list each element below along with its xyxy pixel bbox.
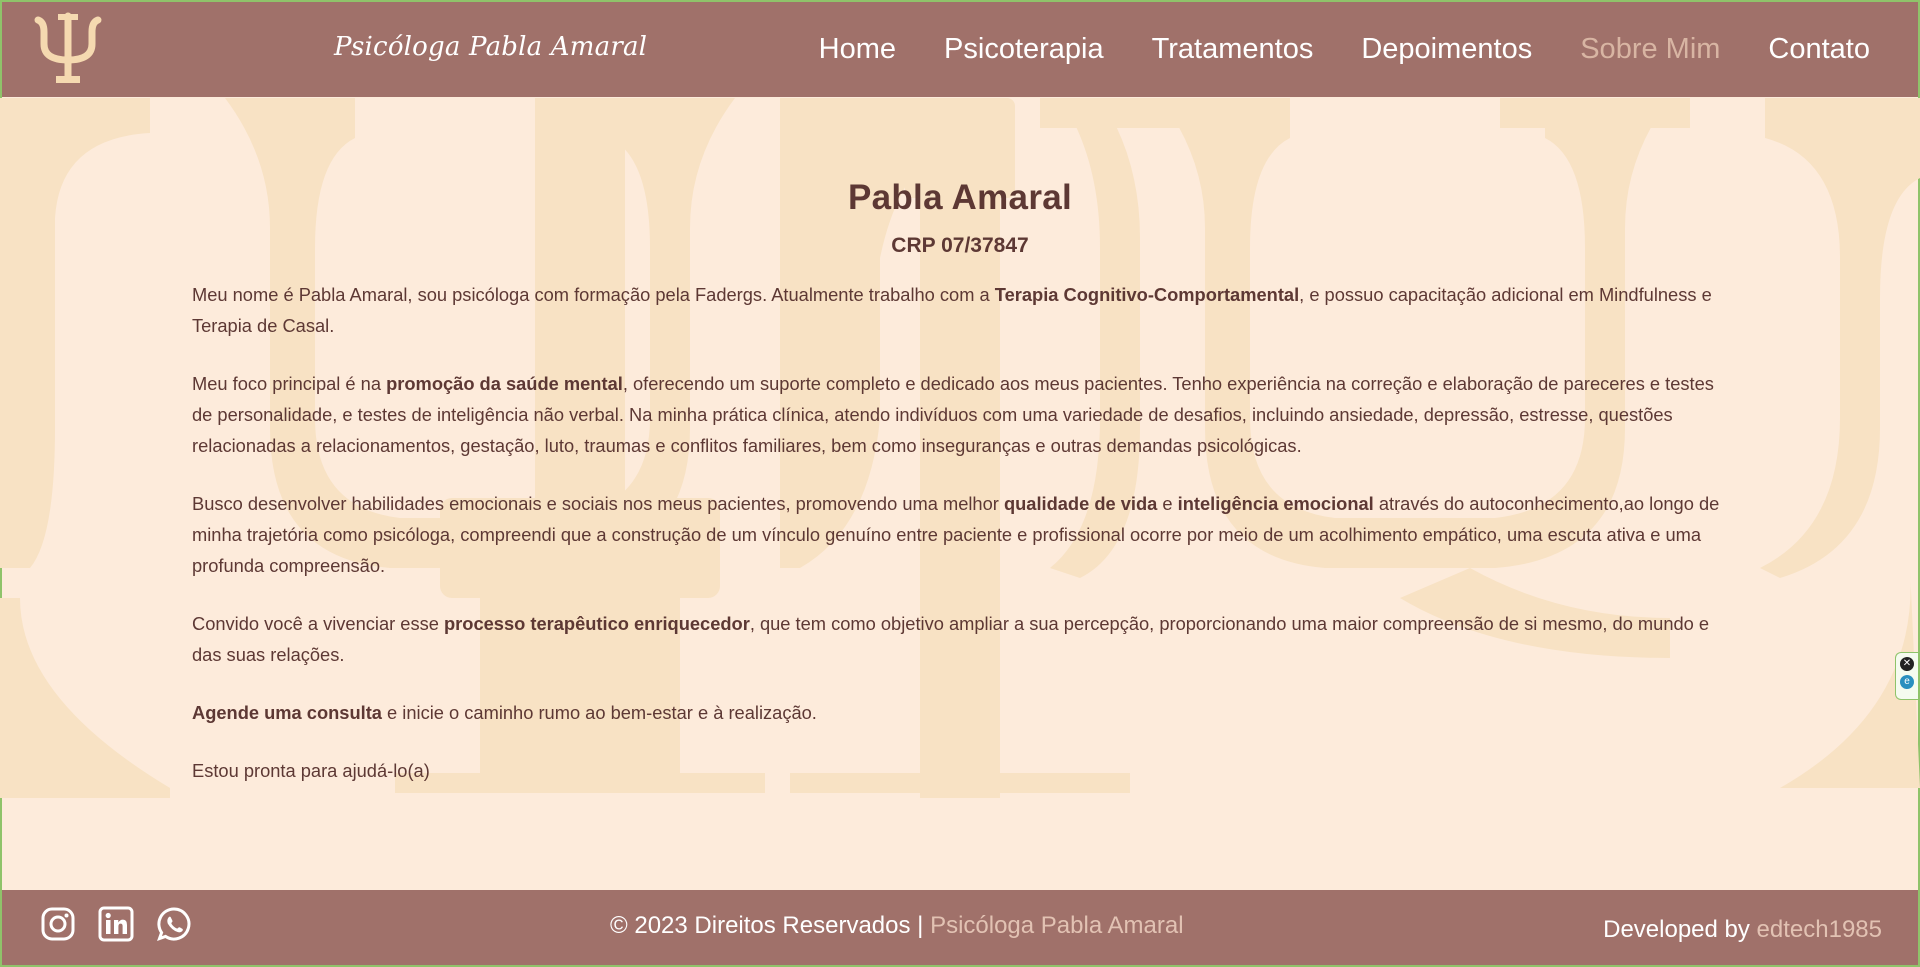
brand-name[interactable]: Psicóloga Pabla Amaral <box>334 32 647 62</box>
paragraph-intro: Meu nome é Pabla Amaral, sou psicóloga c… <box>192 284 1712 336</box>
paragraph-closing: Estou pronta para ajudá-lo(a) <box>192 760 430 781</box>
nav-sobre-mim[interactable]: Sobre Mim <box>1580 33 1720 66</box>
linkedin-icon[interactable] <box>98 906 134 942</box>
site-footer: © 2023 Direitos Reservados | Psicóloga P… <box>2 890 1918 965</box>
nav-contato[interactable]: Contato <box>1768 33 1870 66</box>
copyright-text: © 2023 Direitos Reservados | Psicóloga P… <box>610 912 1184 939</box>
crp-registration: CRP 07/37847 <box>891 234 1029 257</box>
main-nav: Home Psicoterapia Tratamentos Depoimento… <box>819 2 1870 97</box>
developer-credit: Developed by edtech1985 <box>1603 916 1882 943</box>
copyright-brand: Psicóloga Pabla Amaral <box>930 912 1184 939</box>
nav-depoimentos[interactable]: Depoimentos <box>1361 33 1532 66</box>
nav-home[interactable]: Home <box>819 33 896 66</box>
paragraph-focus: Meu foco principal é na promoção da saúd… <box>192 373 1714 456</box>
instagram-icon[interactable] <box>40 906 76 942</box>
extension-e-icon[interactable]: e <box>1900 675 1914 689</box>
about-section: Pabla Amaral CRP 07/37847 Meu nome é Pab… <box>190 160 1730 813</box>
developer-link[interactable]: edtech1985 <box>1757 916 1882 943</box>
close-icon[interactable]: ✕ <box>1900 657 1914 671</box>
paragraph-invite: Convido você a vivenciar esse processo t… <box>192 613 1710 665</box>
social-links <box>40 906 192 942</box>
paragraph-schedule: Agende uma consulta e inicie o caminho r… <box>192 702 817 723</box>
nav-psicoterapia[interactable]: Psicoterapia <box>944 33 1104 66</box>
side-widget: ✕ e <box>1895 652 1918 700</box>
page-title: Pabla Amaral <box>847 178 1073 217</box>
psi-icon[interactable] <box>32 10 104 86</box>
whatsapp-icon[interactable] <box>156 906 192 942</box>
site-header: Psicóloga Pabla Amaral Home Psicoterapia… <box>2 2 1918 97</box>
nav-tratamentos[interactable]: Tratamentos <box>1152 33 1314 66</box>
paragraph-skills: Busco desenvolver habilidades emocionais… <box>192 493 1720 576</box>
